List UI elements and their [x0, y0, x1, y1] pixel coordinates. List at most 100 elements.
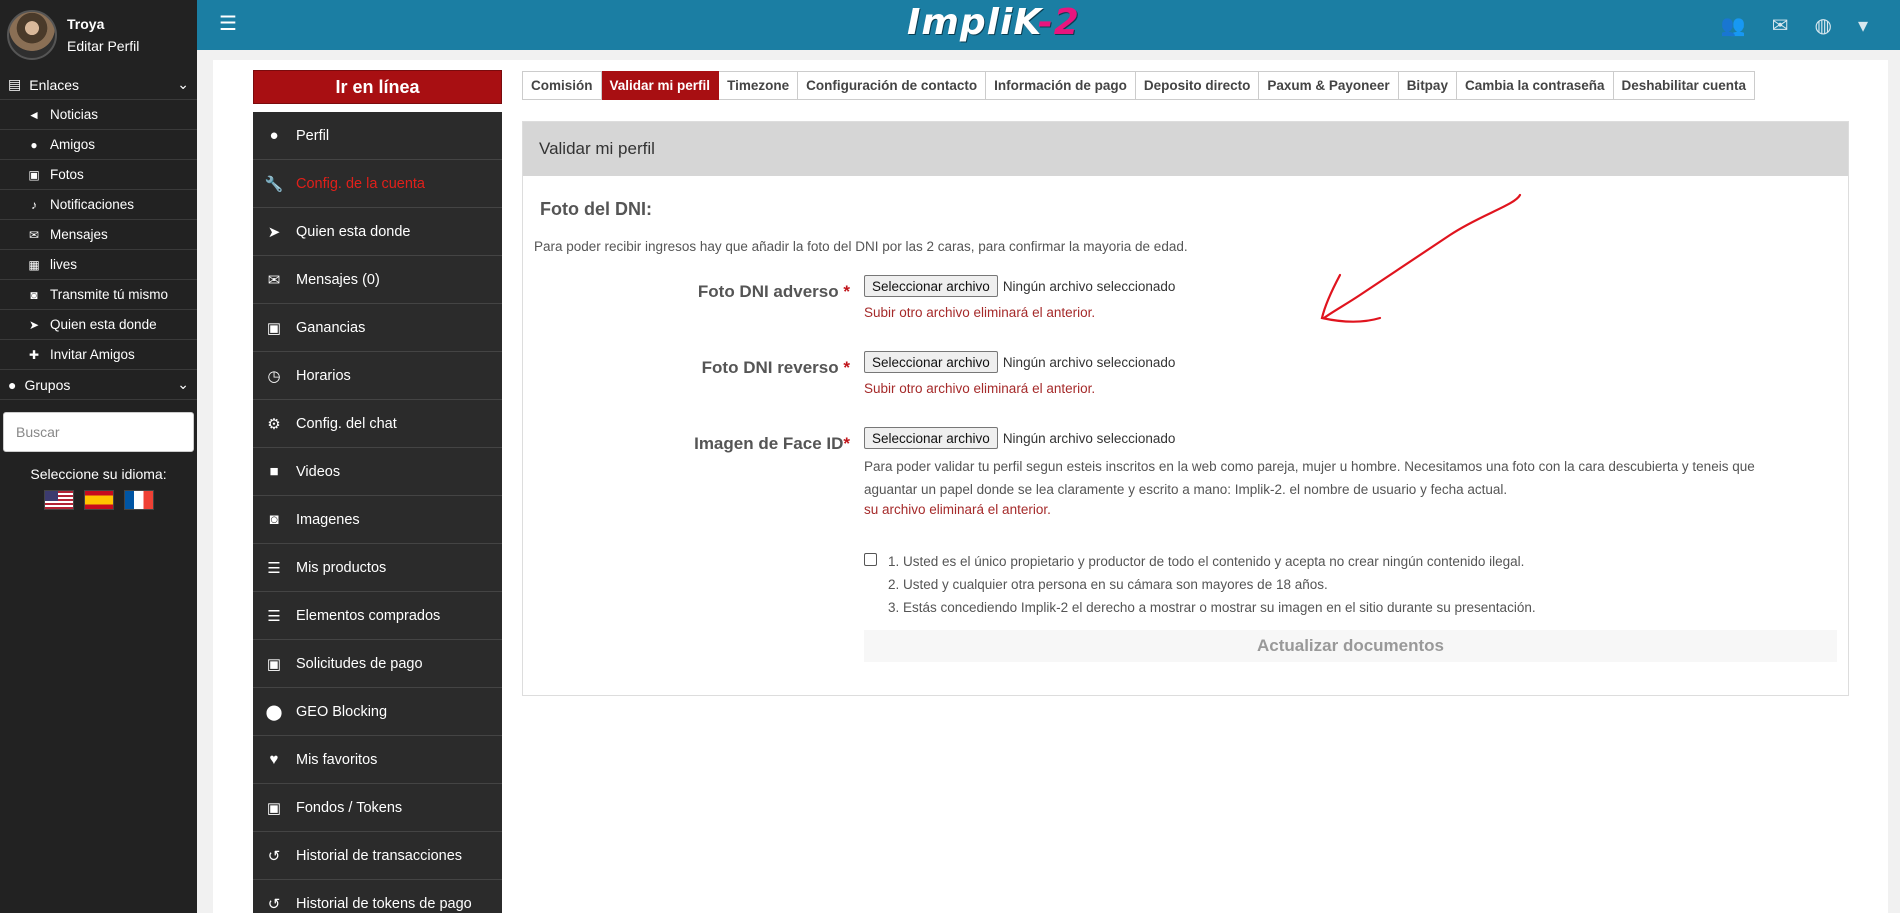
tab-timezone[interactable]: Timezone	[719, 71, 799, 100]
face-id-description: Para poder validar tu perfil segun estei…	[864, 459, 1755, 497]
terms-checkbox[interactable]	[864, 553, 877, 566]
tab-deshabilitar-cuenta[interactable]: Deshabilitar cuenta	[1613, 71, 1756, 100]
sidebar-item-mensajes[interactable]: ✉ Mensajes	[0, 220, 197, 250]
annotation-arrow-icon	[1320, 193, 1522, 323]
menu-item-label: Mis productos	[296, 559, 387, 576]
update-documents-button[interactable]: Actualizar documentos	[864, 630, 1837, 662]
menu-item-elementos-comprados[interactable]: ☰ Elementos comprados	[253, 592, 502, 640]
tab-informacion-pago[interactable]: Información de pago	[986, 71, 1136, 100]
top-icons: 👥 ✉ ◍ ▾	[1721, 13, 1868, 38]
flag-fr-icon[interactable]	[123, 490, 154, 510]
menu-item-imagenes[interactable]: ◙ Imagenes	[253, 496, 502, 544]
file-input-dni-front[interactable]: Seleccionar archivo Ningún archivo selec…	[864, 275, 1175, 297]
sidebar-item-label: Quien esta donde	[50, 317, 157, 332]
cogs-icon: ⚙	[267, 415, 281, 433]
links-group-header[interactable]: ▤ Enlaces ⌄	[0, 70, 197, 100]
field-label-face-id: Imagen de Face ID*	[694, 434, 850, 454]
users-icon: ●	[8, 376, 17, 393]
menu-item-config-chat[interactable]: ⚙ Config. del chat	[253, 400, 502, 448]
select-file-button[interactable]: Seleccionar archivo	[864, 275, 998, 297]
tab-configuracion-contacto[interactable]: Configuración de contacto	[798, 71, 987, 100]
chevron-down-icon: ⌄	[177, 76, 189, 92]
user-profile[interactable]: Troya Editar Perfil	[0, 0, 197, 70]
menu-item-config-cuenta[interactable]: 🔧 Config. de la cuenta	[253, 160, 502, 208]
menu-item-fondos-tokens[interactable]: ▣ Fondos / Tokens	[253, 784, 502, 832]
search-input[interactable]: Buscar	[3, 412, 194, 452]
tab-validar-perfil[interactable]: Validar mi perfil	[601, 71, 720, 100]
menu-item-label: Perfil	[296, 127, 330, 144]
menu-item-label: Config. del chat	[296, 415, 397, 432]
tab-comision[interactable]: Comisión	[522, 71, 602, 100]
language-flags	[0, 490, 197, 510]
logo-text: ImpliK	[907, 2, 1038, 43]
tab-paxum-payoneer[interactable]: Paxum & Payoneer	[1259, 71, 1399, 100]
menu-item-label: Elementos comprados	[296, 607, 441, 624]
required-mark: *	[843, 358, 850, 377]
intro-text: Para poder recibir ingresos hay que añad…	[534, 239, 1188, 254]
file-status: Ningún archivo seleccionado	[1002, 354, 1176, 370]
sidebar-item-notificaciones[interactable]: ♪ Notificaciones	[0, 190, 197, 220]
caret-down-icon[interactable]: ▾	[1858, 13, 1868, 38]
menu-item-historial-tokens[interactable]: ↺ Historial de tokens de pago	[253, 880, 502, 913]
card-title: Validar mi perfil	[523, 122, 1848, 176]
file-input-face-id[interactable]: Seleccionar archivo Ningún archivo selec…	[864, 427, 1175, 449]
avatar[interactable]	[7, 10, 57, 60]
select-file-button[interactable]: Seleccionar archivo	[864, 351, 998, 373]
section-title: Foto del DNI:	[540, 199, 652, 219]
file-status: Ningún archivo seleccionado	[1002, 430, 1176, 446]
tab-bitpay[interactable]: Bitpay	[1398, 71, 1457, 100]
required-mark: *	[843, 434, 850, 453]
sidebar-item-noticias[interactable]: ◄ Noticias	[0, 100, 197, 130]
sidebar-item-transmite[interactable]: ◙ Transmite tú mismo	[0, 280, 197, 310]
tab-cambia-contrasena[interactable]: Cambia la contraseña	[1456, 71, 1614, 100]
menu-item-videos[interactable]: ■ Videos	[253, 448, 502, 496]
file-hint: su archivo eliminará el anterior.	[864, 502, 1051, 517]
left-sidebar: Troya Editar Perfil ▤ Enlaces ⌄ ◄ Noticia…	[0, 0, 197, 913]
logo-text-accent: -2	[1037, 2, 1080, 43]
sidebar-item-amigos[interactable]: ● Amigos	[0, 130, 197, 160]
menu-item-mis-favoritos[interactable]: ♥ Mis favoritos	[253, 736, 502, 784]
site-logo[interactable]: ImpliK-2	[907, 2, 1080, 43]
sidebar-item-fotos[interactable]: ▣ Fotos	[0, 160, 197, 190]
menu-item-mensajes[interactable]: ✉ Mensajes (0)	[253, 256, 502, 304]
sidebar-item-invitar-amigos[interactable]: ✚ Invitar Amigos	[0, 340, 197, 370]
camera-icon: ◙	[269, 511, 279, 528]
menu-item-label: Quien esta donde	[296, 223, 411, 240]
menu-item-historial-transacciones[interactable]: ↺ Historial de transacciones	[253, 832, 502, 880]
menu-item-mis-productos[interactable]: ☰ Mis productos	[253, 544, 502, 592]
go-online-button[interactable]: Ir en línea	[253, 70, 502, 104]
menu-item-solicitudes-pago[interactable]: ▣ Solicitudes de pago	[253, 640, 502, 688]
money-icon: ▣	[266, 799, 282, 817]
map-marker-icon: ⬤	[265, 703, 283, 721]
select-file-button[interactable]: Seleccionar archivo	[864, 427, 998, 449]
chevron-down-icon: ⌄	[177, 376, 189, 392]
edit-profile-link[interactable]: Editar Perfil	[67, 35, 139, 57]
tab-deposito-directo[interactable]: Deposito directo	[1135, 71, 1260, 100]
list-icon: ☰	[267, 559, 281, 577]
envelope-icon[interactable]: ✉	[1772, 13, 1789, 38]
menu-item-geo-blocking[interactable]: ⬤ GEO Blocking	[253, 688, 502, 736]
file-hint: Subir otro archivo eliminará el anterior…	[864, 305, 1096, 320]
menu-item-label: GEO Blocking	[296, 703, 388, 720]
user-plus-icon: ✚	[28, 347, 40, 362]
image-icon: ▣	[28, 167, 40, 182]
field-label-dni-back: Foto DNI reverso *	[702, 358, 850, 378]
menu-item-quien-esta-donde[interactable]: ➤ Quien esta donde	[253, 208, 502, 256]
menu-item-horarios[interactable]: ◷ Horarios	[253, 352, 502, 400]
groups-group-header[interactable]: ● Grupos ⌄	[0, 370, 197, 400]
flag-us-icon[interactable]	[43, 490, 74, 510]
flag-es-icon[interactable]	[83, 490, 114, 510]
menu-item-perfil[interactable]: ● Perfil	[253, 112, 502, 160]
menu-toggle-icon[interactable]: ☰	[219, 14, 239, 34]
globe-icon[interactable]: ◍	[1815, 13, 1832, 38]
language-label: Seleccione su idioma:	[30, 466, 167, 482]
sidebar-item-lives[interactable]: ▦ lives	[0, 250, 197, 280]
location-arrow-icon: ➤	[267, 223, 281, 241]
menu-item-ganancias[interactable]: ▣ Ganancias	[253, 304, 502, 352]
file-input-dni-back[interactable]: Seleccionar archivo Ningún archivo selec…	[864, 351, 1175, 373]
sidebar-item-quien-esta-donde[interactable]: ➤ Quien esta donde	[0, 310, 197, 340]
sidebar-item-label: Transmite tú mismo	[50, 287, 169, 302]
menu-item-label: Mis favoritos	[296, 751, 378, 768]
users-icon[interactable]: 👥	[1721, 13, 1746, 38]
menu-item-label: Historial de transacciones	[296, 847, 463, 864]
